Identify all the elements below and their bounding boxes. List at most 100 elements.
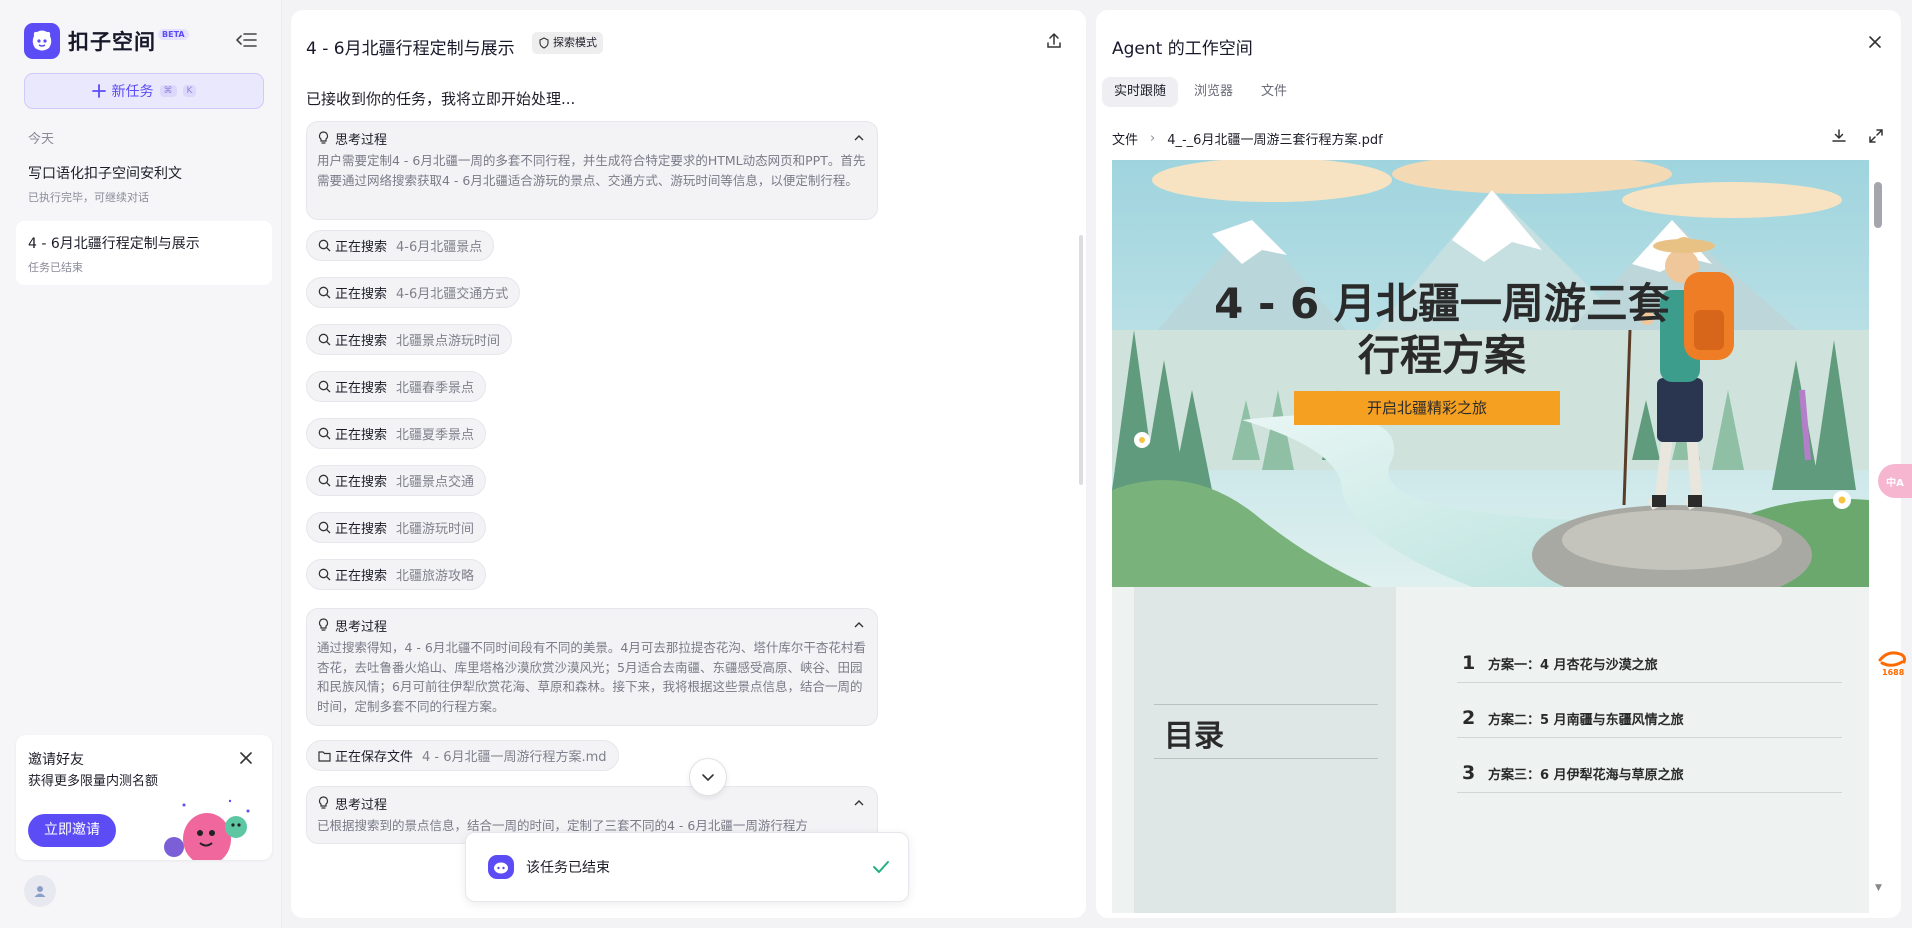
search-icon	[318, 239, 331, 252]
search-query: 北疆夏季景点	[396, 428, 475, 443]
scroll-down-arrow-icon[interactable]: ▼	[1875, 883, 1882, 893]
search-step: 正在搜索 北疆春季景点	[306, 371, 487, 402]
toc-item: 1 方案一：4 月杏花与沙漠之旅	[1462, 652, 1658, 674]
chevron-up-icon[interactable]	[853, 134, 865, 142]
explore-mode-badge: 探索模式	[532, 32, 603, 54]
ali-1688-icon[interactable]: 1688	[1874, 646, 1912, 680]
think-block[interactable]: 思考过程 用户需要定制4 - 6月北疆一周的多套不同行程，并生成符合特定要求的H…	[306, 121, 878, 220]
scroll-down-button[interactable]	[689, 758, 727, 796]
close-icon[interactable]	[238, 750, 256, 768]
pdf-slide-toc: 目录 1 方案一：4 月杏花与沙漠之旅 2 方案二：5 月南疆与东疆风情之旅 3…	[1112, 587, 1869, 913]
collapse-sidebar-icon[interactable]	[236, 31, 260, 51]
folder-icon	[318, 750, 331, 762]
shield-icon	[539, 37, 549, 49]
chat-panel: 4 - 6月北疆行程定制与展示 探索模式 已接收到你的任务，我将立即开始处理..…	[291, 10, 1086, 918]
slide-title: 4 - 6 月北疆一周游三套 行程方案	[1182, 278, 1702, 382]
toc-separator	[1457, 737, 1842, 738]
shortcut-key-b: K	[182, 85, 197, 97]
invite-card: 邀请好友 获得更多限量内测名额 立即邀请	[16, 735, 272, 865]
think-label: 思考过程	[335, 619, 388, 635]
plus-icon	[91, 84, 106, 98]
invite-subtitle: 获得更多限量内测名额	[28, 774, 159, 789]
brand-name: 扣子空间	[68, 30, 156, 54]
finished-text: 该任务已结束	[526, 860, 610, 876]
search-step: 正在搜索 北疆夏季景点	[306, 418, 487, 449]
tab-browser[interactable]: 浏览器	[1182, 77, 1245, 107]
search-query: 4-6月北疆景点	[396, 240, 483, 255]
search-label: 正在搜索	[335, 240, 388, 255]
slide-title-line1: 4 - 6 月北疆一周游三套	[1214, 279, 1670, 328]
section-today: 今天	[28, 132, 55, 147]
breadcrumb-root[interactable]: 文件	[1112, 129, 1138, 148]
translate-label: 中A	[1886, 477, 1904, 489]
slide-tagline: 开启北疆精彩之旅	[1294, 391, 1560, 425]
chat-scrollbar[interactable]	[1079, 235, 1083, 485]
explore-mode-label: 探索模式	[553, 36, 597, 49]
chevron-down-icon	[702, 773, 714, 781]
check-icon	[873, 861, 889, 873]
search-query: 北疆游玩时间	[396, 522, 475, 537]
think-label: 思考过程	[335, 797, 388, 813]
search-label: 正在搜索	[335, 287, 388, 302]
task-title: 4 - 6月北疆行程定制与展示	[28, 236, 200, 252]
search-label: 正在搜索	[335, 475, 388, 490]
search-query: 4-6月北疆交通方式	[396, 287, 509, 302]
shortcut-key-a: ⌘	[159, 85, 177, 97]
think-text: 通过搜索得知，4 - 6月北疆不同时间段有不同的美景。4月可去那拉提杏花沟、塔什…	[317, 640, 866, 714]
fullscreen-icon[interactable]	[1868, 128, 1886, 146]
pdf-scrollbar[interactable]	[1874, 182, 1882, 228]
translate-float-button[interactable]: 中A	[1878, 464, 1912, 498]
share-icon[interactable]	[1045, 32, 1065, 52]
new-task-button[interactable]: 新任务 ⌘ K	[24, 73, 264, 109]
user-avatar[interactable]	[24, 875, 56, 907]
bot-icon	[488, 855, 514, 879]
toc-text: 方案三：6 月伊犁花海与草原之旅	[1488, 767, 1684, 783]
toc-number: 2	[1462, 707, 1476, 729]
workspace-title: Agent 的工作空间	[1112, 39, 1253, 59]
ali-label: 1688	[1882, 668, 1905, 677]
task-title: 写口语化扣子空间安利文	[28, 166, 182, 182]
chevron-right-icon: ›	[1150, 131, 1156, 146]
toc-divider	[1154, 704, 1378, 705]
search-query: 北疆景点交通	[396, 475, 475, 490]
search-step: 正在搜索 4-6月北疆景点	[306, 230, 495, 261]
bulb-icon	[318, 131, 329, 144]
beta-badge: BETA	[158, 28, 189, 40]
chat-title: 4 - 6月北疆行程定制与展示	[306, 39, 515, 59]
search-icon	[318, 521, 331, 534]
tab-live-follow[interactable]: 实时跟随	[1102, 77, 1179, 107]
mascot-illustration	[162, 795, 272, 865]
search-query: 北疆景点游玩时间	[396, 334, 501, 349]
search-icon	[318, 380, 331, 393]
invite-button[interactable]: 立即邀请	[28, 814, 116, 847]
task-item-active[interactable]: 4 - 6月北疆行程定制与展示 任务已结束	[16, 221, 272, 285]
think-block[interactable]: 思考过程 通过搜索得知，4 - 6月北疆不同时间段有不同的美景。4月可去那拉提杏…	[306, 608, 878, 726]
tab-files[interactable]: 文件	[1249, 77, 1299, 107]
search-label: 正在搜索	[335, 334, 388, 349]
toc-item: 3 方案三：6 月伊犁花海与草原之旅	[1462, 762, 1684, 784]
think-label: 思考过程	[335, 132, 388, 148]
pdf-viewer[interactable]: 4 - 6 月北疆一周游三套 行程方案 开启北疆精彩之旅 目录 1 方案一：4 …	[1112, 160, 1869, 913]
task-finished-banner: 该任务已结束	[465, 832, 909, 902]
brand[interactable]: 扣子空间 BETA	[24, 23, 189, 59]
search-label: 正在搜索	[335, 381, 388, 396]
chevron-up-icon[interactable]	[853, 621, 865, 629]
download-icon[interactable]	[1831, 128, 1849, 146]
toc-divider	[1154, 758, 1378, 759]
toc-separator	[1457, 682, 1842, 683]
task-item[interactable]: 写口语化扣子空间安利文 已执行完毕，可继续对话	[16, 155, 272, 210]
search-icon	[318, 333, 331, 346]
toc-text: 方案二：5 月南疆与东疆风情之旅	[1488, 712, 1684, 728]
search-label: 正在搜索	[335, 522, 388, 537]
search-step: 正在搜索 北疆景点交通	[306, 465, 487, 496]
search-step: 正在搜索 北疆游玩时间	[306, 512, 487, 543]
search-query: 北疆春季景点	[396, 381, 475, 396]
logo-icon	[24, 23, 60, 59]
breadcrumb: 文件 › 4_-_6月北疆一周游三套行程方案.pdf	[1112, 129, 1383, 148]
task-subtitle: 任务已结束	[28, 261, 83, 274]
toc-title: 目录	[1164, 719, 1224, 754]
close-icon[interactable]	[1867, 34, 1887, 54]
chevron-up-icon[interactable]	[853, 799, 865, 807]
slide-title-line2: 行程方案	[1357, 331, 1526, 380]
save-filename: 4 - 6月北疆一周游行程方案.md	[422, 750, 607, 765]
